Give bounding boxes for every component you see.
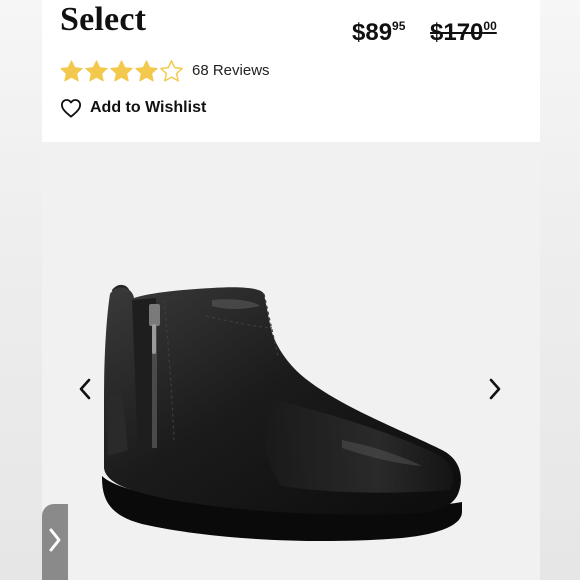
sale-price-cents: 95 <box>392 19 406 33</box>
star-filled-icon <box>85 59 108 81</box>
original-price-dollars: $170 <box>430 19 484 46</box>
star-rating <box>59 59 184 84</box>
star-filled-icon <box>135 59 158 81</box>
backdrop-right <box>540 0 580 580</box>
heart-icon <box>60 98 82 118</box>
reviews-link[interactable]: 68 Reviews <box>192 61 270 81</box>
chevron-right-icon <box>487 377 503 406</box>
sale-price-dollars: $89 <box>352 19 393 46</box>
sale-price: $8995 <box>352 12 405 47</box>
rating-row[interactable]: 68 Reviews <box>59 58 270 84</box>
side-panel-tab[interactable] <box>42 504 68 580</box>
product-card: Select $8995 $17000 68 Reviews Add to Wi… <box>42 0 540 580</box>
boot-product-image <box>102 284 462 542</box>
wishlist-label: Add to Wishlist <box>90 99 207 116</box>
backdrop-left <box>0 0 42 580</box>
star-filled-icon <box>60 59 83 81</box>
product-image-gallery[interactable] <box>42 142 540 580</box>
original-price: $17000 <box>430 12 497 47</box>
chevron-right-icon <box>48 527 62 558</box>
chevron-left-icon <box>77 377 93 406</box>
add-to-wishlist-button[interactable]: Add to Wishlist <box>60 96 206 120</box>
product-title: Select <box>60 1 147 38</box>
original-price-cents: 00 <box>483 19 497 33</box>
star-empty-icon <box>160 59 183 82</box>
next-image-button[interactable] <box>480 376 510 406</box>
product-header: Select $8995 $17000 68 Reviews Add to Wi… <box>42 0 540 142</box>
star-filled-icon <box>110 59 133 81</box>
previous-image-button[interactable] <box>70 376 100 406</box>
